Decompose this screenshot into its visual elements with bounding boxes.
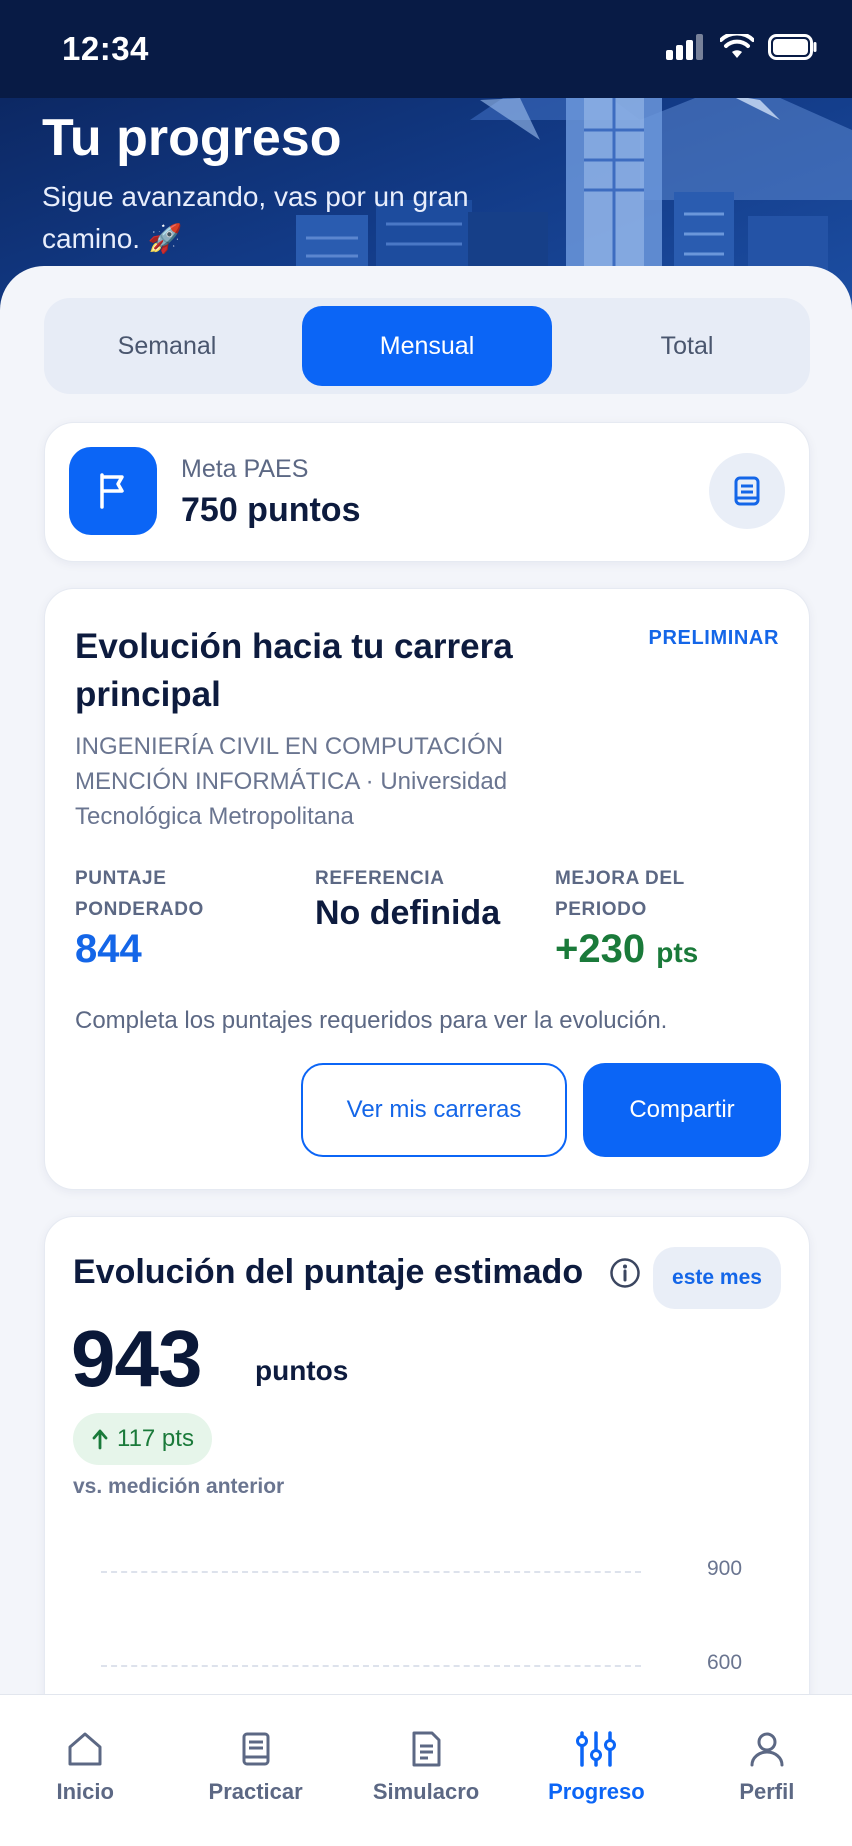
improvement-label: MEJORA DEL PERIODO [555,868,685,920]
flag-icon [69,447,157,535]
score-delta-value: 117 pts [117,1425,194,1452]
preliminary-badge: PRELIMINAR [648,627,779,649]
goal-label: Meta PAES [181,455,309,483]
chart-tick-label: 600 [707,1651,743,1674]
score-delta-badge: 117 pts [73,1413,212,1465]
goal-details-button[interactable] [709,453,785,529]
page-subtitle: Sigue avanzando, vas por un gran camino.… [42,181,469,254]
book-icon [242,1732,270,1766]
tab-mensual[interactable]: Mensual [302,306,552,386]
nav-label: Progreso [548,1779,645,1804]
nav-label: Inicio [56,1779,114,1804]
improvement-stat: MEJORA DEL PERIODO +230 pts [555,863,775,972]
improvement-number: +230 [555,927,646,971]
arrow-up-icon [92,1429,108,1450]
weighted-score-value: 844 [75,927,142,971]
status-bar: 12:34 [0,0,852,98]
improvement-value: +230 pts [555,927,775,972]
status-icons [666,34,818,60]
score-delta-caption: vs. medición anterior [73,1475,285,1498]
career-evolution-card: Evolución hacia tu carrera principal PRE… [44,588,810,1190]
nav-item-inicio[interactable]: Inicio [0,1695,170,1846]
user-icon [750,1732,784,1767]
nav-label: Perfil [739,1779,795,1804]
score-card-title: Evolución del puntaje estimado [73,1253,584,1291]
estimated-score: 943 [71,1314,202,1403]
signal-icon [666,34,703,60]
estimated-score-unit: puntos [255,1355,349,1386]
wifi-icon [720,34,754,58]
chart-gridline [101,1665,641,1667]
goal-card: Meta PAES 750 puntos [44,422,810,562]
home-icon [68,1732,102,1766]
improvement-unit: pts [656,937,699,968]
career-description: INGENIERÍA CIVIL EN COMPUTACIÓN MENCIÓN … [75,733,508,830]
battery-icon [768,34,817,60]
career-card-title: Evolución hacia tu carrera principal [75,627,513,714]
nav-item-progreso[interactable]: Progreso [511,1695,681,1846]
weighted-score-stat: PUNTAJE PONDERADO 844 [75,863,275,972]
document-icon [412,1731,441,1767]
reference-value: No definida [315,894,501,932]
chart-gridline [101,1571,641,1573]
goal-value: 750 puntos [181,491,361,529]
period-tabs: Semanal Mensual Total [44,298,810,394]
nav-item-perfil[interactable]: Perfil [682,1695,852,1846]
tab-semanal[interactable]: Semanal [52,306,282,386]
career-note: Completa los puntajes requeridos para ve… [75,1007,668,1034]
bottom-navigation: Inicio Practicar Simulacro Progreso Perf… [0,1694,852,1846]
nav-item-simulacro[interactable]: Simulacro [341,1695,511,1846]
reference-label: REFERENCIA [315,868,445,889]
nav-label: Simulacro [372,1779,480,1804]
nav-item-practicar[interactable]: Practicar [170,1695,340,1846]
sliders-icon [576,1731,617,1767]
book-icon [734,476,760,506]
page-title: Tu progreso [42,109,342,167]
period-selector[interactable]: este mes [653,1247,781,1309]
chart-tick-label: 900 [707,1557,743,1580]
share-button[interactable]: Compartir [583,1063,781,1157]
info-icon[interactable] [609,1257,641,1289]
tab-total[interactable]: Total [572,306,802,386]
reference-stat: REFERENCIA No definida [315,863,535,933]
view-careers-button[interactable]: Ver mis carreras [301,1063,567,1157]
weighted-score-label: PUNTAJE PONDERADO [75,868,204,920]
nav-label: Practicar [208,1779,303,1804]
status-time: 12:34 [62,30,149,67]
